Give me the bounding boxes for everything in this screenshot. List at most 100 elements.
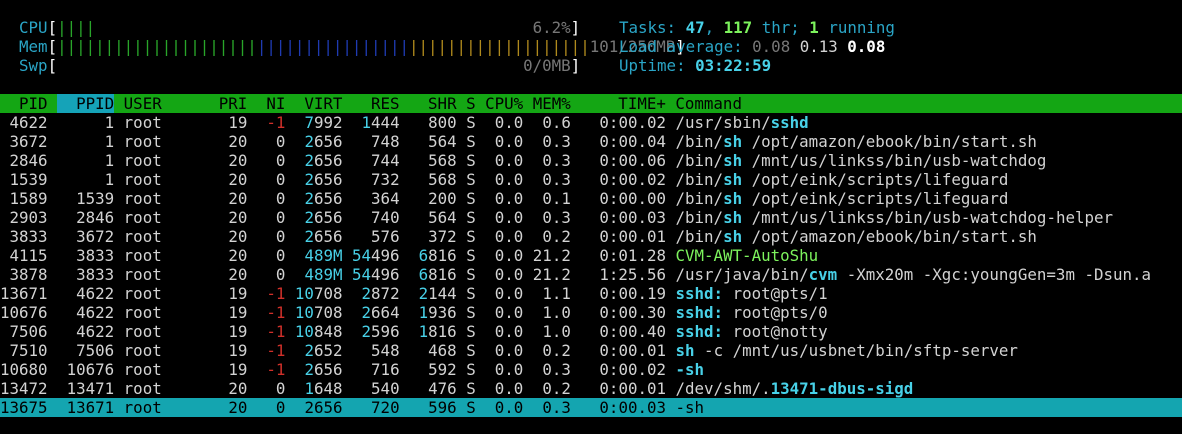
process-ppid: 1539 bbox=[76, 189, 115, 208]
process-row[interactable]: 7510 7506 root 19 -1 2652 548 468 S 0.0 … bbox=[0, 341, 1182, 360]
process-shr: 6816 bbox=[418, 265, 457, 284]
process-row[interactable]: 10676 4622 root 19 -1 10708 2664 1936 S … bbox=[0, 303, 1182, 322]
process-row[interactable]: 4115 3833 root 20 0 489M 54496 6816 S 0.… bbox=[0, 246, 1182, 265]
process-row[interactable]: 1589 1539 root 20 0 2656 364 200 S 0.0 0… bbox=[0, 189, 1182, 208]
process-mem: 0.2 bbox=[542, 379, 571, 398]
process-row[interactable]: 10680 10676 root 19 -1 2656 716 592 S 0.… bbox=[0, 360, 1182, 379]
process-nice: 0 bbox=[275, 151, 286, 170]
process-res: 2596 bbox=[361, 322, 400, 341]
process-ppid: 1 bbox=[104, 170, 115, 189]
column-res: RES bbox=[342, 94, 400, 113]
process-pid: 10676 bbox=[0, 303, 48, 322]
process-mem: 0.3 bbox=[542, 151, 571, 170]
process-state: S bbox=[466, 189, 476, 208]
mem-meter-bars-used: ||||||||||||||||||||| bbox=[57, 37, 257, 56]
process-user: root bbox=[123, 398, 162, 417]
process-cpu: 0.0 bbox=[494, 265, 524, 284]
process-row[interactable]: 7506 4622 root 19 -1 10848 2596 1816 S 0… bbox=[0, 322, 1182, 341]
process-pid: 4115 bbox=[9, 246, 48, 265]
process-row[interactable]: 13671 4622 root 19 -1 10708 2872 2144 S … bbox=[0, 284, 1182, 303]
process-mem: 1.0 bbox=[542, 322, 571, 341]
process-time: 0:00.03 bbox=[599, 208, 666, 227]
process-priority: 20 bbox=[228, 151, 248, 170]
process-row-selected[interactable]: 13675 13671 root 20 0 2656 720 596 S 0.0… bbox=[0, 398, 1182, 417]
mem-meter-label: Mem bbox=[19, 37, 48, 56]
process-mem: 0.2 bbox=[542, 341, 571, 360]
process-ppid: 10676 bbox=[66, 360, 115, 379]
swp-meter-label: Swp bbox=[19, 56, 48, 75]
process-row[interactable]: 2846 1 root 20 0 2656 744 568 S 0.0 0.3 … bbox=[0, 151, 1182, 170]
process-row[interactable]: 4622 1 root 19 -1 7992 1444 800 S 0.0 0.… bbox=[0, 113, 1182, 132]
process-state: S bbox=[466, 284, 476, 303]
process-pid: 3878 bbox=[9, 265, 48, 284]
process-state: S bbox=[466, 208, 476, 227]
process-pid: 4622 bbox=[9, 113, 48, 132]
process-command-binary: -sh bbox=[675, 398, 705, 417]
column-command: Command bbox=[675, 94, 742, 113]
process-nice: 0 bbox=[275, 379, 286, 398]
process-virt: 2656 bbox=[304, 227, 343, 246]
process-pid: 2846 bbox=[9, 151, 48, 170]
process-command: /usr/sbin/sshd bbox=[676, 113, 809, 132]
process-shr: 800 bbox=[428, 113, 457, 132]
process-res: 1444 bbox=[361, 113, 400, 132]
process-mem: 21.2 bbox=[532, 246, 571, 265]
process-thread-name: CVM-AWT-AutoShu bbox=[675, 246, 819, 265]
process-shr: 200 bbox=[428, 189, 457, 208]
process-command: /dev/shm/.13471-dbus-sigd bbox=[676, 379, 914, 398]
process-priority: 19 bbox=[228, 113, 248, 132]
process-priority: 19 bbox=[228, 284, 248, 303]
process-ppid: 1 bbox=[104, 113, 115, 132]
process-res: 54496 bbox=[352, 265, 400, 284]
process-shr: 372 bbox=[428, 227, 457, 246]
process-ppid: 1 bbox=[104, 151, 115, 170]
process-shr: 1816 bbox=[418, 322, 457, 341]
process-priority: 20 bbox=[228, 246, 248, 265]
process-shr: 6816 bbox=[418, 246, 457, 265]
process-nice: -1 bbox=[266, 360, 286, 379]
process-virt: 2656 bbox=[304, 398, 343, 417]
process-command-binary: sshd: bbox=[675, 284, 724, 303]
process-time: 0:00.02 bbox=[599, 113, 666, 132]
process-cpu: 0.0 bbox=[494, 341, 524, 360]
uptime-value: 03:22:59 bbox=[695, 56, 772, 75]
process-row[interactable]: 3672 1 root 20 0 2656 748 564 S 0.0 0.3 … bbox=[0, 132, 1182, 151]
process-time: 0:00.02 bbox=[599, 170, 666, 189]
process-mem: 1.0 bbox=[542, 303, 571, 322]
process-ppid: 2846 bbox=[76, 208, 115, 227]
process-command-binary: sshd bbox=[770, 113, 809, 132]
tasks-count: 47 bbox=[685, 18, 705, 37]
process-priority: 20 bbox=[228, 208, 248, 227]
running-label: running bbox=[828, 18, 895, 37]
process-command: CVM-AWT-AutoShu bbox=[675, 246, 818, 265]
process-pid: 1589 bbox=[9, 189, 48, 208]
process-priority: 19 bbox=[228, 322, 248, 341]
process-res: 744 bbox=[371, 151, 400, 170]
process-mem: 0.3 bbox=[542, 360, 571, 379]
process-row[interactable]: 3833 3672 root 20 0 2656 576 372 S 0.0 0… bbox=[0, 227, 1182, 246]
process-nice: 0 bbox=[275, 208, 286, 227]
process-time: 0:00.30 bbox=[599, 303, 666, 322]
process-nice: 0 bbox=[275, 265, 286, 284]
process-row[interactable]: 2903 2846 root 20 0 2656 740 564 S 0.0 0… bbox=[0, 208, 1182, 227]
process-user: root bbox=[123, 151, 162, 170]
process-pid: 13671 bbox=[0, 284, 48, 303]
uptime-label: Uptime: bbox=[619, 56, 686, 75]
process-shr: 564 bbox=[428, 208, 457, 227]
process-cpu: 0.0 bbox=[494, 246, 524, 265]
process-res: 548 bbox=[371, 341, 400, 360]
process-command-args: -Xmx20m -Xgc:youngGen=3m -Dsun.a bbox=[837, 265, 1152, 284]
process-time: 0:00.40 bbox=[599, 322, 666, 341]
process-command-binary: sh bbox=[675, 341, 695, 360]
process-res: 740 bbox=[371, 208, 400, 227]
process-shr: 592 bbox=[428, 360, 457, 379]
process-row[interactable]: 3878 3833 root 20 0 489M 54496 6816 S 0.… bbox=[0, 265, 1182, 284]
process-res: 364 bbox=[371, 189, 400, 208]
process-row[interactable]: 1539 1 root 20 0 2656 732 568 S 0.0 0.3 … bbox=[0, 170, 1182, 189]
process-command-binary: sh bbox=[723, 227, 743, 246]
process-row[interactable]: 13472 13471 root 20 0 1648 540 476 S 0.0… bbox=[0, 379, 1182, 398]
column-shr: SHR bbox=[399, 94, 457, 113]
process-mem: 0.3 bbox=[542, 170, 571, 189]
process-virt: 2656 bbox=[304, 189, 343, 208]
process-mem: 0.3 bbox=[542, 132, 571, 151]
